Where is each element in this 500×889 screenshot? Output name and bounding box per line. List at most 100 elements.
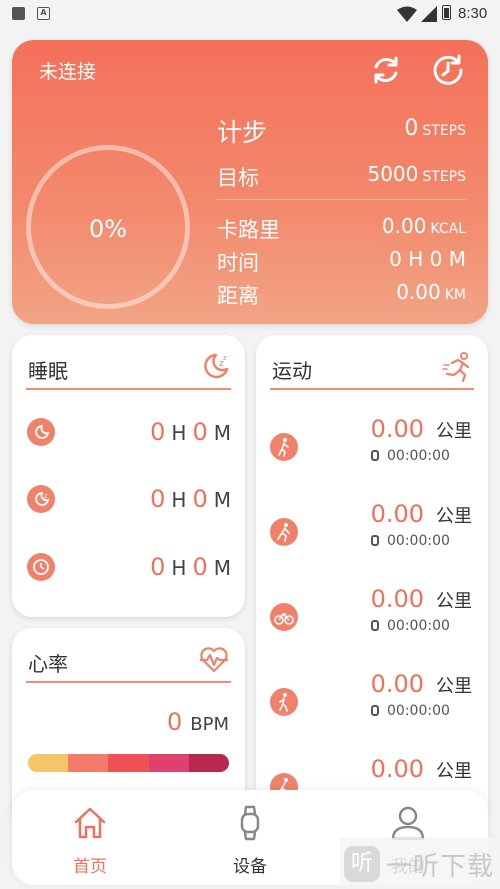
watch-small-icon — [371, 535, 379, 546]
zone-segment — [148, 754, 189, 772]
run-distance: 0.00 公里 — [371, 500, 472, 528]
tab-home-label: 首页 — [73, 857, 107, 877]
tab-device[interactable]: 设备 — [200, 804, 300, 877]
goal-unit: STEPS — [422, 169, 466, 185]
light-sleep-minutes: 0 — [192, 485, 208, 513]
watch-icon — [240, 805, 260, 841]
clock: 8:30 — [458, 5, 488, 22]
cycling-duration-value: 00:00:00 — [387, 618, 450, 634]
running-icon — [442, 352, 470, 383]
tab-device-label: 设备 — [233, 857, 267, 877]
sleep-moon-icon: z z — [204, 353, 229, 379]
deep-sleep-minutes: 0 — [192, 418, 208, 446]
run-icon — [270, 518, 298, 546]
notification-icon — [12, 7, 25, 20]
sport-row-walk[interactable]: 0.00 公里 00:00:00 — [256, 415, 488, 485]
total-sleep-minutes: 0 — [192, 553, 208, 581]
walk-distance: 0.00 公里 — [371, 415, 472, 443]
watch-small-icon — [371, 705, 379, 716]
light-sleep-duration: 0H0M — [150, 485, 231, 513]
goal-row: 目标 5000 STEPS — [217, 162, 466, 190]
deep-sleep-icon — [27, 418, 55, 446]
goal-value-wrap: 5000 STEPS — [367, 162, 466, 186]
zone-segment — [108, 754, 149, 772]
wifi-icon — [397, 6, 417, 22]
climb-distance-value: 0.00 — [370, 670, 424, 698]
bicycle-icon — [270, 603, 298, 631]
hours-unit: H — [171, 556, 187, 580]
sleep-card[interactable]: 睡眠 z z 0H0M z 0H0M 0H0M — [12, 335, 245, 617]
home-icon — [74, 807, 106, 839]
distance-unit: KM — [444, 287, 466, 303]
goal-progress-text: 0% — [88, 215, 128, 243]
sport-title: 运动 — [272, 359, 312, 383]
heart-rate-title-underline — [26, 681, 231, 683]
hours-unit: H — [171, 421, 187, 445]
other-distance: 0.00 公里 — [371, 755, 472, 783]
history-icon[interactable] — [431, 53, 465, 87]
climb-duration: 00:00:00 — [371, 703, 450, 719]
watch-small-icon — [371, 620, 379, 631]
cycling-distance-unit: 公里 — [436, 591, 472, 612]
calories-label: 卡路里 — [217, 218, 280, 242]
connection-status: 未连接 — [39, 61, 97, 83]
run-distance-unit: 公里 — [436, 506, 472, 527]
time-row: 时间 0 H 0 M — [217, 247, 466, 275]
run-duration: 00:00:00 — [371, 533, 450, 549]
signal-icon — [421, 6, 437, 22]
other-distance-value: 0.00 — [370, 755, 424, 783]
sport-row-run[interactable]: 0.00 公里 00:00:00 — [256, 500, 488, 570]
svg-text:z: z — [223, 354, 227, 362]
calories-value: 0.00 — [381, 214, 427, 238]
watermark: 听 一听下载 — [340, 838, 500, 888]
hours-unit: H — [171, 488, 187, 512]
distance-label: 距离 — [217, 284, 259, 308]
cycling-distance: 0.00 公里 — [371, 585, 472, 613]
steps-row: 计步 0 STEPS — [217, 113, 466, 147]
total-sleep-hours: 0 — [150, 553, 166, 581]
tab-home[interactable]: 首页 — [40, 804, 140, 877]
bpm-unit: BPM — [190, 714, 229, 735]
svg-text:z: z — [44, 493, 47, 500]
watermark-logo-icon: 听 — [344, 846, 380, 882]
sync-icon[interactable] — [369, 53, 403, 87]
battery-icon — [442, 5, 451, 20]
climb-duration-value: 00:00:00 — [387, 703, 450, 719]
sport-card[interactable]: 运动 0.00 公里 00:00:00 0.00 公里 00:00:00 0.00 公… — [256, 335, 488, 828]
sleep-title: 睡眠 — [28, 359, 68, 383]
total-sleep-clock-icon — [27, 553, 55, 581]
steps-value: 0 — [404, 116, 419, 141]
calories-row: 卡路里 0.00 KCAL — [217, 214, 466, 242]
cycling-distance-value: 0.00 — [370, 585, 424, 613]
sport-row-climb[interactable]: 0.00 公里 00:00:00 — [256, 670, 488, 740]
time-label: 时间 — [217, 251, 259, 275]
walk-duration-value: 00:00:00 — [387, 448, 450, 464]
minutes-unit: M — [213, 421, 231, 445]
goal-progress-ring: 0% — [26, 145, 190, 309]
steps-value-wrap: 0 STEPS — [404, 116, 466, 141]
walking-icon — [270, 433, 298, 461]
calories-value-wrap: 0.00 KCAL — [382, 214, 466, 238]
walk-distance-unit: 公里 — [436, 421, 472, 442]
status-bar: A 8:30 — [0, 0, 500, 28]
deep-sleep-hours: 0 — [150, 418, 166, 446]
app-notification-icon: A — [37, 7, 50, 20]
sport-row-cycling[interactable]: 0.00 公里 00:00:00 — [256, 585, 488, 655]
walk-distance-value: 0.00 — [370, 415, 424, 443]
goal-label: 目标 — [217, 166, 259, 190]
distance-row: 距离 0.00 KM — [217, 280, 466, 308]
climb-distance-unit: 公里 — [436, 676, 472, 697]
total-sleep-duration: 0H0M — [150, 553, 231, 581]
minutes-unit: M — [213, 488, 231, 512]
minutes-unit: M — [213, 556, 231, 580]
heart-rate-title: 心率 — [28, 652, 68, 676]
zone-segment — [188, 754, 229, 772]
activity-summary-card: 未连接 0% 计步 0 STEPS 目标 5000 STEPS 卡路里 0.00 KC… — [12, 40, 488, 324]
zone-segment — [68, 754, 109, 772]
run-duration-value: 00:00:00 — [387, 533, 450, 549]
light-sleep-hours: 0 — [150, 485, 166, 513]
run-distance-value: 0.00 — [370, 500, 424, 528]
climb-distance: 0.00 公里 — [371, 670, 472, 698]
steps-label: 计步 — [217, 118, 268, 147]
bpm-number: 0 — [166, 708, 183, 736]
